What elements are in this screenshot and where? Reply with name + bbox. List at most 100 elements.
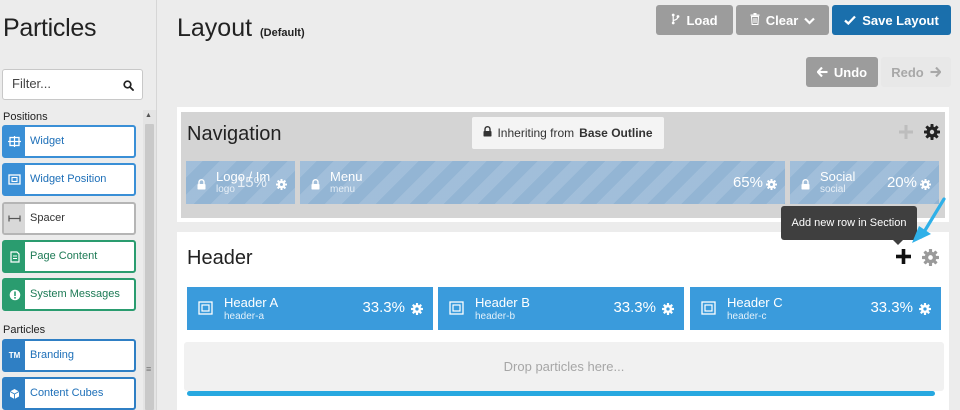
arrow-left-icon: [816, 65, 828, 80]
redo-label: Redo: [891, 64, 924, 80]
block-slug: social: [820, 184, 846, 195]
nav-block-logo[interactable]: Logo / Im logo 15%: [186, 161, 295, 204]
block-name: Header C: [727, 295, 783, 310]
block-name: Social: [820, 169, 856, 184]
lock-icon: [197, 177, 206, 195]
save-layout-label: Save Layout: [862, 12, 939, 28]
check-icon: [844, 13, 857, 28]
particle-page-content[interactable]: Page Content: [2, 240, 136, 273]
particle-branding[interactable]: TM Branding: [2, 339, 136, 372]
particles-sidebar: Particles Positions Widget Widget Positi…: [0, 0, 157, 410]
page-subtitle: (Default): [260, 27, 305, 39]
nav-block-menu[interactable]: Menu menu 65%: [300, 161, 785, 204]
particle-label: Content Cubes: [30, 387, 104, 399]
add-row-tooltip: Add new row in Section: [781, 206, 917, 245]
branding-icon: TM: [4, 341, 25, 370]
undo-label: Undo: [833, 64, 868, 80]
load-label: Load: [686, 12, 718, 28]
header-block-c[interactable]: Header C header-c 33.3%: [690, 287, 941, 330]
clear-label: Clear: [765, 12, 799, 28]
gear-icon[interactable]: [766, 177, 777, 195]
arrow-right-icon: [930, 65, 942, 80]
tooltip-text: Add new row in Section: [791, 217, 907, 229]
widget-position-icon: [4, 165, 25, 194]
add-row-icon[interactable]: [899, 125, 913, 144]
system-messages-icon: [4, 280, 25, 309]
gear-icon[interactable]: [662, 302, 674, 320]
block-percent: 33.3%: [613, 299, 656, 316]
page-content-icon: [4, 242, 25, 271]
particle-label: System Messages: [30, 288, 120, 300]
section-progress-bar: [187, 391, 935, 396]
block-percent: 65%: [732, 174, 763, 191]
redo-button[interactable]: Redo: [881, 57, 951, 87]
particles-label: Particles: [3, 324, 46, 336]
lock-icon: [311, 177, 320, 195]
undo-button[interactable]: Undo: [806, 57, 878, 87]
positions-label: Positions: [3, 111, 48, 123]
inherit-prefix: Inheriting from: [497, 126, 575, 140]
block-percent: 33.3%: [362, 299, 405, 316]
block-name: Menu: [330, 169, 363, 184]
navigation-section-body: Navigation Inheriting from Base Outline …: [181, 112, 945, 218]
lock-icon: [483, 126, 492, 140]
block-name: Header A: [224, 295, 279, 310]
gear-icon[interactable]: [919, 302, 931, 320]
header-block-b[interactable]: Header B header-b 33.3%: [438, 287, 684, 330]
particle-system-messages[interactable]: System Messages: [2, 278, 136, 311]
page-title: Layout: [177, 14, 253, 42]
lock-icon: [801, 177, 810, 195]
sidebar-scrollbar[interactable]: ▲ ≡: [143, 110, 156, 410]
block-percent: 33.3%: [870, 299, 913, 316]
annotation-arrow-icon: [906, 196, 948, 257]
trash-icon: [750, 12, 760, 28]
chevron-down-icon: [804, 13, 816, 28]
particle-label: Widget: [30, 135, 65, 147]
gear-icon[interactable]: [920, 177, 931, 195]
particle-label: Spacer: [30, 212, 65, 224]
spacer-icon: [4, 204, 25, 233]
header-block-a[interactable]: Header A header-a 33.3%: [187, 287, 433, 330]
particle-content-cubes[interactable]: Content Cubes: [2, 377, 136, 410]
clear-button[interactable]: Clear: [736, 5, 829, 35]
inherit-source: Base Outline: [579, 126, 653, 140]
section-title-header: Header: [187, 247, 253, 269]
search-icon[interactable]: [123, 78, 134, 96]
section-title-navigation: Navigation: [187, 123, 282, 145]
block-percent: 20%: [886, 174, 917, 191]
block-slug: header-b: [475, 311, 516, 322]
tooltip-pointer: [893, 240, 903, 245]
block-percent: 15%: [236, 174, 267, 191]
content-cubes-icon: [4, 379, 25, 408]
particle-label: Branding: [30, 349, 75, 361]
scroll-up-icon[interactable]: ▲: [145, 112, 152, 119]
filter-field[interactable]: [2, 69, 143, 100]
block-position-icon: [701, 301, 716, 320]
load-button[interactable]: Load: [656, 5, 733, 35]
particle-label: Page Content: [30, 250, 98, 262]
inherit-notice: Inheriting from Base Outline: [472, 117, 664, 149]
block-slug: header-a: [224, 311, 265, 322]
gear-icon[interactable]: [411, 302, 423, 320]
branch-icon: [671, 13, 680, 28]
save-layout-button[interactable]: Save Layout: [832, 5, 951, 35]
sidebar-title: Particles: [3, 14, 97, 42]
block-slug: logo: [216, 184, 235, 195]
particle-label: Widget Position: [30, 173, 107, 185]
particle-spacer[interactable]: Spacer: [2, 202, 136, 235]
block-slug: header-c: [727, 311, 767, 322]
header-section: Header Header A header-a 33.3% Header B …: [177, 232, 949, 410]
filter-input[interactable]: [12, 76, 116, 91]
drop-zone[interactable]: Drop particles here...: [184, 342, 944, 391]
widget-icon: [4, 127, 25, 156]
gear-icon[interactable]: [276, 177, 287, 195]
block-position-icon: [449, 301, 464, 320]
navigation-section: Navigation Inheriting from Base Outline …: [177, 107, 949, 222]
particle-widget[interactable]: Widget: [2, 125, 136, 158]
section-settings-gear-icon[interactable]: [924, 124, 940, 145]
particle-widget-position[interactable]: Widget Position: [2, 163, 136, 196]
block-slug: menu: [330, 184, 356, 195]
block-name: Header B: [475, 295, 530, 310]
scroll-grip-icon: ≡: [146, 364, 152, 374]
block-position-icon: [198, 301, 213, 320]
